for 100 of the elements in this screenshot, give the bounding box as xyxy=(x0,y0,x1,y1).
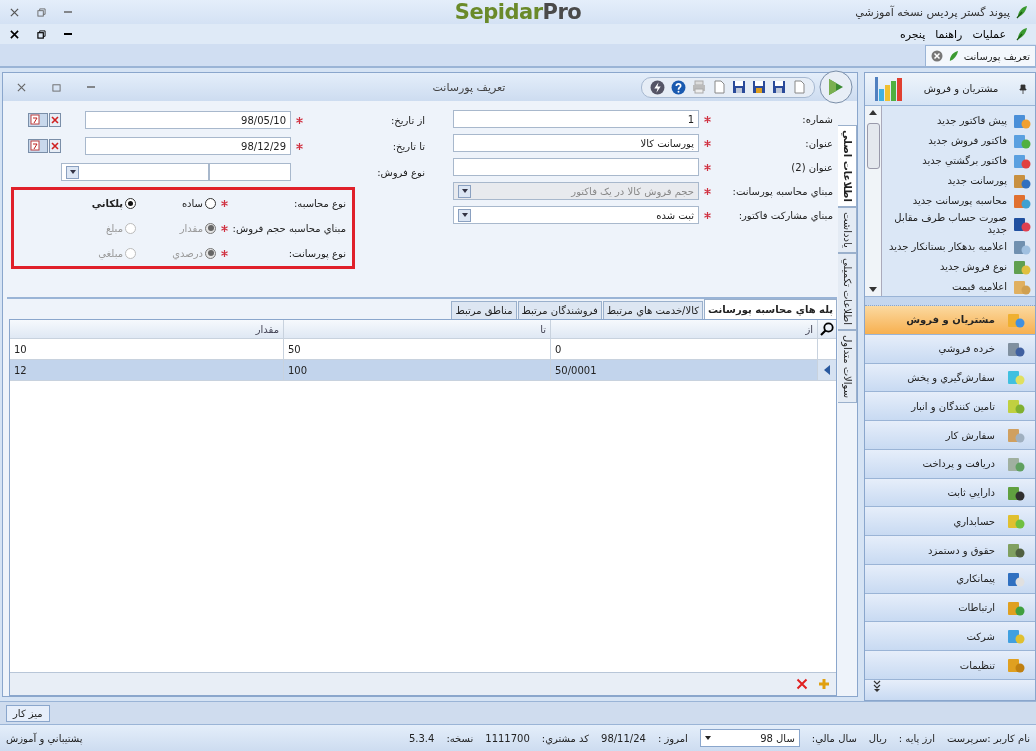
vertical-tab[interactable]: اطلاعات تکميلي xyxy=(838,252,857,330)
save-icon[interactable] xyxy=(772,80,786,94)
delete-icon[interactable] xyxy=(796,678,808,690)
vertical-tab[interactable]: اطلاعات اصلي xyxy=(838,125,857,207)
leaf-icon xyxy=(1016,27,1028,41)
clear-icon[interactable] xyxy=(49,139,61,153)
column-header[interactable]: از xyxy=(550,320,817,338)
desktop-button[interactable]: ميز کار xyxy=(6,704,50,722)
scroll-up-icon[interactable] xyxy=(869,109,877,115)
pin-icon[interactable] xyxy=(1019,83,1027,94)
radio-option[interactable]: پلکاني xyxy=(56,197,136,209)
shortcut-item[interactable]: فاکتور برگشتي جديد xyxy=(886,151,1031,170)
module-item[interactable]: خرده فروشي xyxy=(865,334,1035,364)
shortcut-item[interactable]: پيش فاکتور جديد xyxy=(886,111,1031,130)
calendar-icon[interactable] xyxy=(28,139,48,153)
table-cell: 100 xyxy=(283,360,550,380)
splitter-grip[interactable] xyxy=(865,297,1035,307)
module-item[interactable]: شرکت xyxy=(865,622,1035,652)
vertical-tab[interactable]: يادداشت xyxy=(838,206,857,253)
field-label: نوع محاسبه: xyxy=(292,197,346,209)
module-item[interactable]: سفارش کار xyxy=(865,421,1035,450)
shortcut-item[interactable]: پورسانت جديد xyxy=(886,171,1031,190)
shortcut-item[interactable]: اعلاميه بدهکار بستانکار جديد xyxy=(886,237,1031,256)
module-item[interactable]: پيمانکاري xyxy=(865,564,1035,594)
radio-option[interactable]: ساده xyxy=(136,197,216,209)
column-header[interactable]: تا xyxy=(283,320,550,338)
module-item[interactable]: سفارش‌گيري و پخش xyxy=(865,363,1035,393)
tab[interactable]: مناطق مرتبط xyxy=(451,301,517,319)
dropdown-field[interactable]: ثبت شده xyxy=(453,206,699,224)
close-icon xyxy=(17,82,26,92)
dropdown-arrow-icon xyxy=(461,213,468,217)
help-icon[interactable] xyxy=(671,79,686,95)
input-field[interactable]: پورسانت کالا xyxy=(453,134,699,152)
date-field[interactable]: 98/12/29 xyxy=(85,137,291,155)
dropdown-field[interactable] xyxy=(61,163,209,181)
field-label: مبناي محاسبه پورسانت: xyxy=(731,185,833,197)
version-value: 5.3.4 xyxy=(408,732,435,744)
table-cell: 50/0001 xyxy=(550,360,817,380)
tab[interactable]: کالا/خدمت هاي مرتبط xyxy=(602,301,703,319)
module-item[interactable]: دريافت و پرداخت xyxy=(865,449,1035,479)
shortcut-item[interactable]: محاسبه پورسانت جديد xyxy=(886,191,1031,210)
document-tab[interactable]: تعريف پورسانت xyxy=(924,45,1036,66)
module-icon xyxy=(1007,656,1025,675)
table-cell-text: 12 xyxy=(13,363,28,378)
customer-code-value: 1111700 xyxy=(485,732,530,744)
close-icon xyxy=(10,29,19,39)
search-icon[interactable] xyxy=(820,322,834,336)
scroll-thumb[interactable] xyxy=(866,122,880,169)
shortcut-item[interactable]: اعلاميه قيمت xyxy=(886,277,1031,296)
chevron-icon[interactable] xyxy=(873,680,881,692)
module-item[interactable]: تامين کنندگان و انبار xyxy=(865,392,1035,422)
shortcut-item[interactable]: نوع فروش جديد xyxy=(886,257,1031,276)
save-icon[interactable] xyxy=(752,80,766,94)
shortcut-item[interactable]: صورت حساب طرف مقابل جديد xyxy=(886,211,1031,236)
tab[interactable]: فروشندگان مرتبط xyxy=(517,301,602,319)
input-field[interactable]: 1 xyxy=(453,110,699,128)
tab[interactable]: پله هاي محاسبه پورسانت xyxy=(703,299,837,319)
minimize-icon xyxy=(87,86,95,88)
document-icon[interactable] xyxy=(792,80,806,94)
input-field[interactable] xyxy=(209,163,291,181)
dropdown-arrow-icon xyxy=(704,736,711,740)
save-icon[interactable] xyxy=(732,80,746,94)
menu-item[interactable]: راهنما xyxy=(935,27,963,41)
restore-icon xyxy=(52,82,61,92)
minimize-button[interactable] xyxy=(62,31,74,37)
date-field[interactable]: 98/05/10 xyxy=(85,111,291,129)
clear-icon[interactable] xyxy=(49,113,61,127)
minimize-icon xyxy=(64,33,72,35)
app-orb-icon[interactable] xyxy=(819,70,853,104)
field-label: عنوان (2) xyxy=(790,161,833,173)
bar-chart-icon xyxy=(873,74,903,103)
column-header[interactable]: مقدار xyxy=(10,320,283,338)
support-link[interactable]: پشتيباني و آموزش xyxy=(6,732,83,744)
date-label: امروز : xyxy=(657,732,688,744)
fiscal-year-dropdown[interactable]: سال 98 xyxy=(699,729,800,747)
restore-button[interactable] xyxy=(35,27,48,41)
module-item[interactable]: ارتباطات xyxy=(865,593,1035,623)
module-item[interactable]: حقوق و دستمزد xyxy=(865,536,1035,565)
module-item[interactable]: تنظيمات xyxy=(865,651,1035,680)
copy-icon[interactable] xyxy=(712,80,726,94)
module-item[interactable]: دارايي ثابت xyxy=(865,478,1035,508)
date-value: 98/11/24 xyxy=(601,732,646,744)
input-field[interactable] xyxy=(453,158,699,176)
scrollbar-track[interactable] xyxy=(865,105,882,297)
menu-item[interactable]: پنجره xyxy=(899,27,926,41)
close-icon[interactable] xyxy=(930,50,943,62)
scroll-down-icon[interactable] xyxy=(869,287,877,293)
menu-item[interactable]: عمليات xyxy=(972,27,1006,41)
vertical-tab[interactable]: سوالات متداول xyxy=(838,329,857,403)
calendar-icon[interactable] xyxy=(28,113,48,127)
shortcut-item[interactable]: فاکتور فروش جديد xyxy=(886,131,1031,150)
minimize-icon xyxy=(64,11,72,13)
close-button[interactable] xyxy=(8,27,21,41)
restore-icon xyxy=(37,29,46,39)
table-cell: 0 xyxy=(550,339,817,359)
field-label: عنوان: xyxy=(804,137,833,149)
lightning-icon[interactable] xyxy=(650,79,665,95)
module-item[interactable]: مشتريان و فروش xyxy=(865,306,1035,335)
module-item[interactable]: حسابداري xyxy=(865,507,1035,537)
field-label: نوع فروش: xyxy=(376,166,425,178)
